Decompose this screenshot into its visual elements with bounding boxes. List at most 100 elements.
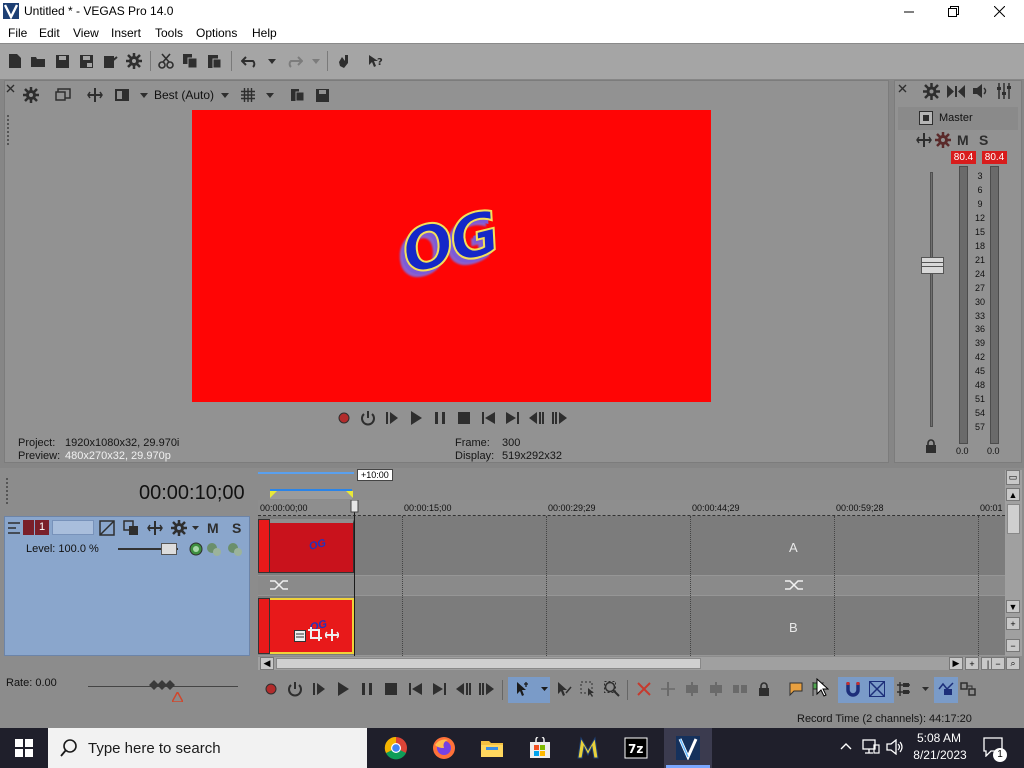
zoom-out-vertical-icon[interactable]: − <box>1006 639 1020 652</box>
master-fader-handle[interactable] <box>921 257 944 274</box>
video-preview-frame[interactable]: OG <box>192 110 711 402</box>
pause-icon[interactable] <box>429 409 451 427</box>
transition-icon[interactable] <box>270 579 288 591</box>
next-frame-icon[interactable] <box>549 409 571 427</box>
track-motion-icon[interactable] <box>97 519 117 537</box>
auto-ripple-icon[interactable] <box>893 678 915 700</box>
render-as-icon[interactable] <box>99 50 121 72</box>
play-icon[interactable] <box>332 678 354 700</box>
clock-date[interactable]: 8/21/2023 <box>912 748 968 762</box>
video-event-a[interactable]: OG <box>260 519 354 573</box>
trim-end-icon[interactable] <box>705 678 727 700</box>
track-level-slider-handle[interactable] <box>161 543 177 555</box>
zoom-magnifier-icon[interactable]: ⌕ <box>1006 657 1020 670</box>
zoom-in-horizontal-icon[interactable]: + <box>965 657 979 670</box>
undo-icon[interactable] <box>239 50 261 72</box>
event-crop-icon[interactable] <box>308 627 322 641</box>
master-fx-gear-icon[interactable] <box>935 132 951 148</box>
track-header[interactable] <box>4 516 250 656</box>
close-panel-icon[interactable] <box>6 84 15 93</box>
zoom-tool-icon[interactable] <box>601 678 623 700</box>
horizontal-scroll-thumb[interactable] <box>276 658 701 669</box>
play-from-start-icon[interactable] <box>308 678 330 700</box>
restore-icon[interactable] <box>930 0 976 23</box>
copy-icon[interactable] <box>179 50 201 72</box>
zoom-in-vertical-icon[interactable]: + <box>1006 617 1020 630</box>
previous-frame-icon[interactable] <box>525 409 547 427</box>
redo-icon[interactable] <box>283 50 305 72</box>
master-fx-toggle-icon[interactable] <box>919 111 933 125</box>
menu-insert[interactable]: Insert <box>111 26 141 40</box>
make-compositing-child-icon[interactable] <box>206 541 222 557</box>
menu-options[interactable]: Options <box>196 26 237 40</box>
vegas-app-icon[interactable] <box>3 3 19 19</box>
make-compositing-parent-icon[interactable] <box>227 541 243 557</box>
timeline-grip[interactable] <box>6 478 10 504</box>
external-monitor-icon[interactable] <box>53 86 73 104</box>
enable-snapping-magnet-icon[interactable] <box>842 678 864 700</box>
marker-comment-icon[interactable]: ▭ <box>1006 470 1020 485</box>
volume-icon[interactable] <box>886 739 904 755</box>
save-icon[interactable] <box>51 50 73 72</box>
enable-snapping-hand-icon[interactable] <box>333 50 355 72</box>
stop-icon[interactable] <box>453 409 475 427</box>
track-mute-button[interactable]: M <box>207 520 219 536</box>
open-folder-icon[interactable] <box>27 50 49 72</box>
scroll-left-icon[interactable]: ◀ <box>260 657 274 670</box>
network-icon[interactable] <box>862 739 880 755</box>
menu-view[interactable]: View <box>73 26 99 40</box>
pause-icon[interactable] <box>356 678 378 700</box>
vegas-pro-icon[interactable] <box>664 728 712 768</box>
go-to-start-icon[interactable] <box>404 678 426 700</box>
loop-start-marker-icon[interactable] <box>270 491 277 498</box>
close-master-panel-icon[interactable] <box>898 84 907 93</box>
auto-crossfades-icon[interactable] <box>866 678 888 700</box>
playhead-handle-icon[interactable] <box>350 500 359 514</box>
go-to-start-icon[interactable] <box>477 409 499 427</box>
lock-icon[interactable] <box>925 439 937 453</box>
event-pan-crop-icon[interactable] <box>294 630 306 642</box>
track-name-field[interactable] <box>52 520 94 535</box>
preview-quality-select[interactable]: Best (Auto) <box>154 88 214 102</box>
transition-icon[interactable] <box>785 579 803 591</box>
collapse-track-icon[interactable] <box>7 521 21 535</box>
go-to-end-icon[interactable] <box>428 678 450 700</box>
go-to-end-icon[interactable] <box>501 409 523 427</box>
cut-icon[interactable] <box>155 50 177 72</box>
event-a-fade-in[interactable] <box>258 519 270 573</box>
play-icon[interactable] <box>405 409 427 427</box>
track-solo-button[interactable]: S <box>232 520 241 536</box>
loop-end-marker-icon[interactable] <box>346 491 353 498</box>
time-display[interactable]: 00:00:10;00 <box>139 482 245 505</box>
event-b-fade-in[interactable] <box>258 598 270 654</box>
peak-left-indicator[interactable]: 80.4 <box>951 151 976 164</box>
clock-time[interactable]: 5:08 AM <box>916 731 962 745</box>
lock-event-icon[interactable] <box>753 678 775 700</box>
lock-envelopes-icon[interactable] <box>935 678 957 700</box>
selection-tool-icon[interactable] <box>577 678 599 700</box>
zoom-out-horizontal-icon[interactable]: − <box>991 657 1005 670</box>
menu-help[interactable]: Help <box>252 26 277 40</box>
track-pan-icon[interactable] <box>145 519 165 537</box>
copy-snapshot-icon[interactable] <box>288 86 308 104</box>
file-explorer-icon[interactable] <box>468 728 516 768</box>
normal-edit-tool-icon[interactable] <box>512 678 534 700</box>
rate-slider-handle[interactable] <box>149 679 177 691</box>
ignore-event-grouping-icon[interactable] <box>957 678 979 700</box>
track-color-icon[interactable] <box>23 520 34 535</box>
loop-playback-icon[interactable] <box>284 678 306 700</box>
edit-tool-dropdown-icon[interactable] <box>533 678 555 700</box>
firefox-icon[interactable] <box>420 728 468 768</box>
preview-properties-gear-icon[interactable] <box>21 86 41 104</box>
downmix-icon[interactable] <box>947 85 965 98</box>
panel-grip[interactable] <box>7 115 11 145</box>
whats-this-help-icon[interactable]: ? <box>364 50 386 72</box>
undo-dropdown-icon[interactable] <box>261 50 283 72</box>
properties-gear-icon[interactable] <box>123 50 145 72</box>
record-icon[interactable] <box>260 678 282 700</box>
new-file-icon[interactable] <box>4 50 26 72</box>
track-compositing-icon[interactable] <box>121 519 141 537</box>
trim-icon[interactable] <box>657 678 679 700</box>
master-solo-button[interactable]: S <box>979 132 988 148</box>
split-icon[interactable] <box>729 678 751 700</box>
